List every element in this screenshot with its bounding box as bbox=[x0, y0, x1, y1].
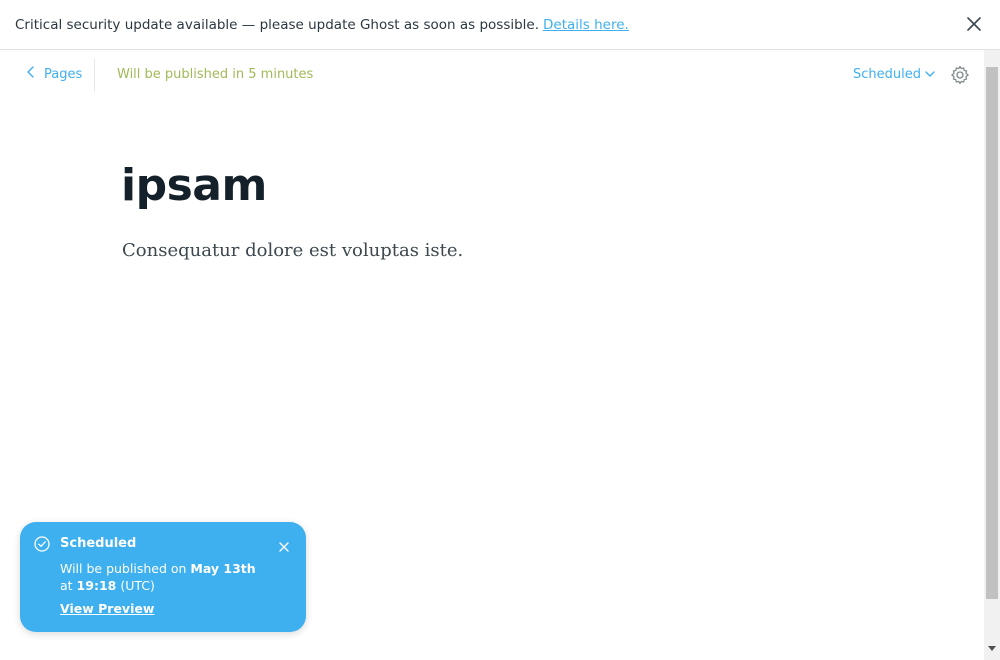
back-label: Pages bbox=[44, 66, 83, 82]
post-title[interactable]: ipsam bbox=[121, 160, 267, 211]
toast-msg-at: at bbox=[60, 578, 77, 593]
editor-page: Critical security update available — ple… bbox=[0, 0, 1000, 660]
alert-message: Critical security update available — ple… bbox=[15, 16, 540, 33]
gear-icon[interactable] bbox=[950, 65, 970, 85]
close-icon[interactable] bbox=[964, 14, 984, 34]
status-dropdown-label: Scheduled bbox=[853, 67, 921, 82]
post-body[interactable]: Consequatur dolore est voluptas iste. bbox=[122, 240, 463, 261]
scrollbar-thumb[interactable] bbox=[986, 67, 998, 599]
toast-time: 19:18 bbox=[76, 578, 117, 593]
toast-title: Scheduled bbox=[60, 536, 137, 551]
toast-date: May 13th bbox=[190, 561, 256, 576]
toast-timezone: (UTC) bbox=[116, 578, 155, 593]
view-preview-link[interactable]: View Preview bbox=[60, 601, 154, 616]
editor-header: Pages Will be published in 5 minutes Sch… bbox=[0, 50, 984, 100]
header-divider bbox=[94, 58, 95, 92]
vertical-scrollbar[interactable] bbox=[984, 50, 1000, 660]
status-dropdown[interactable]: Scheduled bbox=[853, 67, 935, 82]
scroll-down-arrow-icon[interactable] bbox=[988, 636, 996, 655]
toast-msg-prefix: Will be published on bbox=[60, 561, 191, 576]
check-circle-icon bbox=[34, 536, 50, 552]
chevron-down-icon bbox=[925, 67, 935, 82]
scheduled-toast: Scheduled Will be published on May 13th … bbox=[20, 522, 306, 632]
alert-details-link[interactable]: Details here. bbox=[543, 17, 629, 33]
security-alert-banner: Critical security update available — ple… bbox=[0, 0, 1000, 50]
close-icon[interactable] bbox=[278, 538, 290, 552]
chevron-left-icon bbox=[26, 66, 36, 82]
toast-message: Will be published on May 13th at 19:18 (… bbox=[60, 560, 290, 594]
back-to-pages-link[interactable]: Pages bbox=[26, 66, 82, 82]
publish-status: Will be published in 5 minutes bbox=[117, 67, 314, 82]
